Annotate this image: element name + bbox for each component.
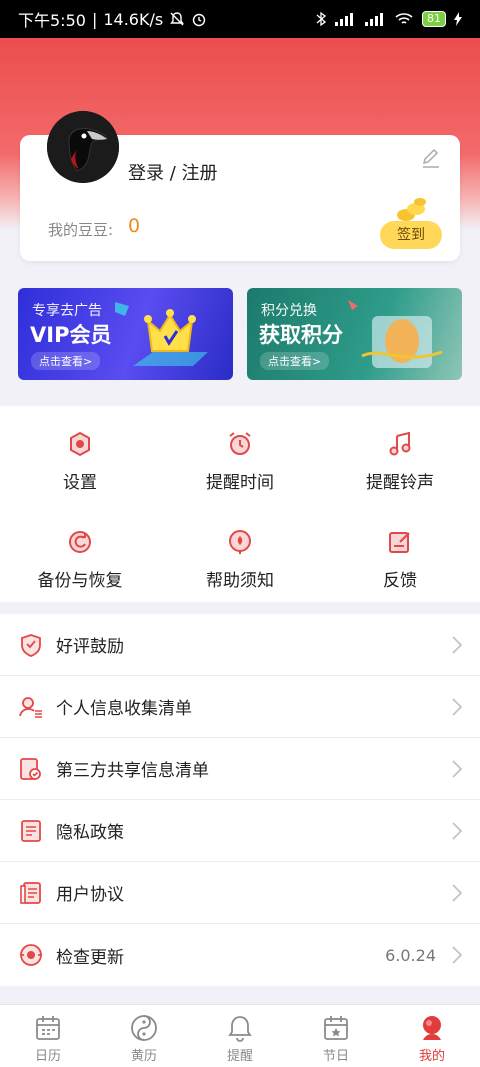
wifi-icon [395,13,413,24]
chevron-right-icon [452,759,462,778]
grid-item-reminder-time[interactable]: 提醒时间 [160,406,320,504]
tab-label: 提醒 [226,1049,253,1064]
tab-calendar[interactable]: 日历 [0,1005,96,1067]
yin-yang-icon [131,1015,157,1041]
menu-item-check-update[interactable]: 检查更新 6.0.24 [0,924,480,986]
menu-item-personal-info[interactable]: 个人信息收集清单 [0,676,480,738]
signal-icon [335,13,353,26]
vip-link[interactable]: 点击查看> [31,352,101,370]
chevron-right-icon [452,635,462,654]
user-icon [423,1016,441,1040]
menu-item-label: 好评鼓励 [56,637,124,657]
alarm-icon [192,13,206,27]
status-bar: 下午5:50 | 14.6K/s 81 [0,0,480,38]
coins-icon [397,198,426,221]
share-doc-icon [20,757,41,780]
tab-festival[interactable]: 节日 [288,1005,384,1067]
egg-gift-icon [348,300,443,368]
grid-item-label: 提醒时间 [206,473,274,493]
points-link[interactable]: 点击查看> [260,352,330,370]
points-banner[interactable]: 积分兑换 获取积分 点击查看> [247,288,462,380]
tab-label: 我的 [418,1049,445,1064]
bottom-tab-bar: 日历 黄历 提醒 节日 我的 [0,1004,480,1067]
document-icon [21,819,41,842]
edit-icon[interactable] [420,147,442,169]
beans-value: 0 [128,215,141,237]
heart-shield-icon [21,633,41,657]
status-net-speed: 14.6K/s [103,9,164,29]
tab-reminder[interactable]: 提醒 [192,1005,288,1067]
festival-calendar-icon [324,1016,348,1040]
bell-icon [228,1016,252,1042]
feedback-icon [389,532,410,553]
menu-item-label: 用户协议 [56,885,124,905]
menu-item-label: 隐私政策 [56,823,124,843]
grid-item-label: 设置 [63,473,97,493]
refresh-icon [20,944,42,966]
points-title: 获取积分 [259,323,343,347]
menu-item-label: 第三方共享信息清单 [56,761,209,781]
grid-item-feedback[interactable]: 反馈 [320,504,480,602]
login-register-link[interactable]: 登录 / 注册 [128,159,218,185]
calendar-icon [36,1016,60,1040]
person-list-icon [19,696,42,718]
backup-icon [69,531,91,553]
vip-title: VIP会员 [30,323,112,347]
chevron-right-icon [452,697,462,716]
crown-icon [115,302,208,366]
bluetooth-icon [316,11,326,27]
vip-subtitle: 专享去广告 [32,303,102,319]
avatar[interactable] [47,111,119,183]
beans-label: 我的豆豆: [48,221,114,239]
profile-card: 登录 / 注册 我的豆豆: 0 签到 [20,111,460,261]
menu-item-label: 检查更新 [56,947,124,968]
signal-icon-2 [365,13,383,26]
grid-item-label: 帮助须知 [206,571,274,591]
tab-label: 节日 [322,1049,349,1064]
tab-mine[interactable]: 我的 [384,1005,480,1067]
alarm-clock-icon [229,432,251,455]
menu-item-privacy[interactable]: 隐私政策 [0,800,480,862]
menu-item-label: 个人信息收集清单 [56,699,192,719]
version-value: 6.0.24 [385,945,436,965]
chevron-right-icon [452,821,462,840]
chevron-right-icon [452,946,462,964]
grid-item-ringtone[interactable]: 提醒铃声 [320,406,480,504]
mute-bell-icon [170,12,185,26]
grid-item-help[interactable]: 帮助须知 [160,504,320,602]
agreement-icon [20,881,41,904]
menu-list: 好评鼓励 个人信息收集清单 第三方共享信息清单 隐私政策 用户协议 检查更新 6… [0,614,480,986]
music-note-icon [389,431,411,456]
points-subtitle: 积分兑换 [261,303,317,319]
settings-icon [70,431,90,457]
menu-item-rate[interactable]: 好评鼓励 [0,614,480,676]
function-grid: 设置 提醒时间 提醒铃声 备份与恢复 帮助须知 反馈 [0,406,480,602]
menu-item-third-party[interactable]: 第三方共享信息清单 [0,738,480,800]
grid-item-label: 提醒铃声 [366,473,434,493]
tab-label: 黄历 [130,1049,157,1064]
signin-button[interactable]: 签到 [380,221,442,249]
menu-item-agreement[interactable]: 用户协议 [0,862,480,924]
tab-label: 日历 [34,1049,61,1064]
status-time: 下午5:50 [18,11,86,30]
charging-icon [454,12,462,26]
tab-almanac[interactable]: 黄历 [96,1005,192,1067]
chevron-right-icon [452,883,462,902]
grid-item-backup[interactable]: 备份与恢复 [0,504,160,602]
grid-item-settings[interactable]: 设置 [0,406,160,504]
battery-level: 81 [422,11,446,27]
help-icon [229,530,251,554]
grid-item-label: 反馈 [383,571,417,591]
bird-avatar-icon [47,111,119,183]
grid-item-label: 备份与恢复 [37,571,123,591]
vip-banner[interactable]: 专享去广告 VIP会员 点击查看> [18,288,233,380]
